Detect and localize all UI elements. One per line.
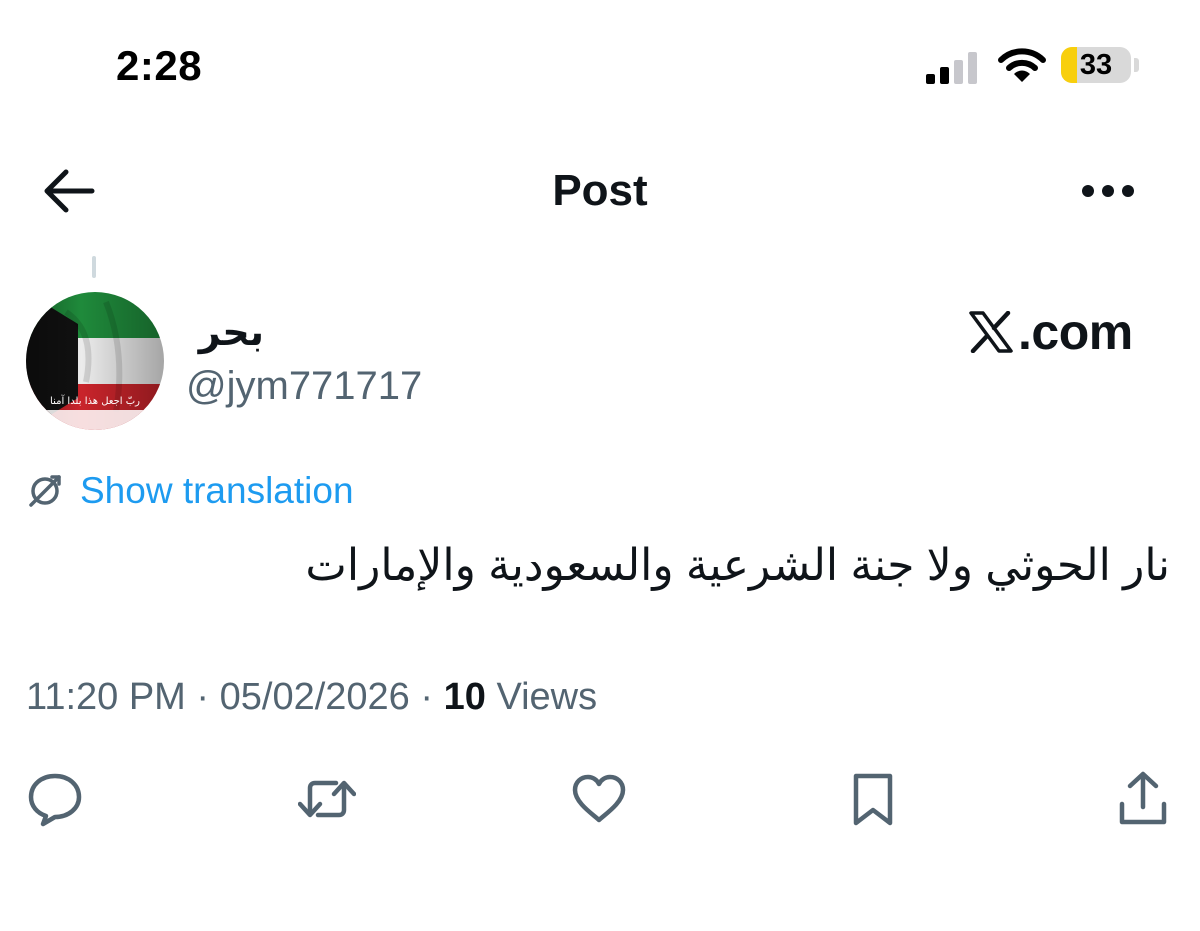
thread-connector-line: [92, 256, 96, 278]
post-text: نار الحوثي ولا جنة الشرعية والسعودية وال…: [305, 541, 1170, 590]
bookmark-icon[interactable]: [844, 770, 902, 828]
show-translation-button[interactable]: Show translation: [26, 470, 354, 512]
views-label[interactable]: Views: [496, 676, 597, 718]
post-meta: 11:20 PM · 05/02/2026 · 10 Views: [26, 676, 597, 719]
repost-icon[interactable]: [298, 770, 356, 828]
cellular-signal-icon: [926, 52, 977, 84]
more-options-icon[interactable]: [1080, 182, 1136, 200]
meta-separator: ·: [196, 676, 210, 718]
x-com-watermark: .com: [968, 304, 1133, 360]
battery-indicator: 33: [1061, 47, 1131, 83]
kuwait-flag-image: ربّ اجعل هذا بلدا آمنا: [26, 292, 164, 430]
author-handle[interactable]: @jym771717: [186, 364, 422, 409]
status-time: 2:28: [116, 42, 203, 89]
translate-icon: [29, 475, 61, 507]
battery-level: 33: [1079, 49, 1113, 81]
author-display-name[interactable]: بحر: [184, 310, 264, 355]
avatar-caption: ربّ اجعل هذا بلدا آمنا: [50, 394, 140, 407]
brand-text: .com: [1018, 304, 1133, 360]
like-icon[interactable]: [570, 770, 628, 828]
share-icon[interactable]: [1114, 770, 1172, 828]
page-title: Post: [552, 166, 648, 215]
show-translation-label[interactable]: Show translation: [80, 470, 354, 512]
post-time[interactable]: 11:20 PM: [26, 676, 186, 718]
battery-nub: [1134, 58, 1139, 72]
post-date[interactable]: 05/02/2026: [220, 676, 410, 718]
x-logo-icon: [969, 311, 1013, 353]
views-count[interactable]: 10: [444, 676, 486, 718]
avatar[interactable]: ربّ اجعل هذا بلدا آمنا: [26, 292, 164, 430]
post-screen: 2:28 33 Post ربّ اجعل هذا بلدا آمنا بحر …: [0, 0, 1200, 931]
reply-icon[interactable]: [26, 770, 84, 828]
wifi-icon: [998, 48, 1046, 82]
meta-separator: ·: [420, 676, 434, 718]
